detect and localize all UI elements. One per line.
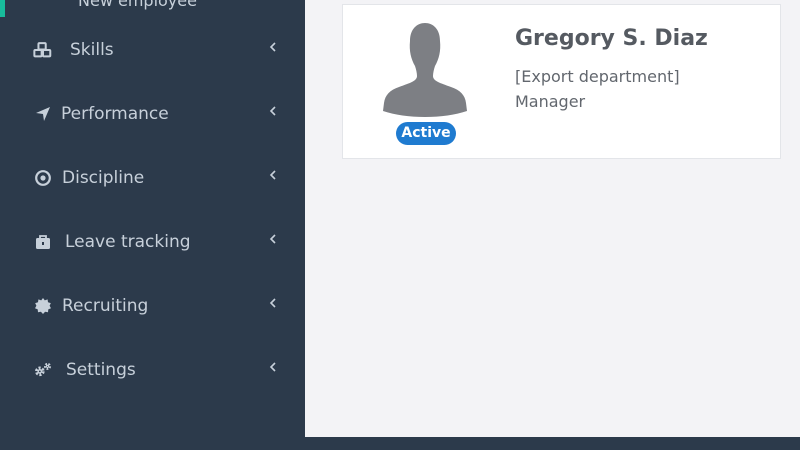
sidebar-item-label: Leave tracking [65,232,191,252]
sidebar-item-settings[interactable]: Settings [0,350,305,390]
chevron-left-icon [269,42,276,52]
cogs-icon [33,361,53,379]
chevron-left-icon [269,106,276,116]
main-content: Active Gregory S. Diaz [Export departmen… [305,0,800,437]
status-badge: Active [396,122,456,145]
sidebar-item-label: Settings [66,360,136,380]
target-icon [33,169,53,187]
sidebar-item-performance[interactable]: Performance [0,94,305,134]
employee-position: Manager [515,92,586,111]
employee-department: [Export department] [515,67,680,86]
sidebar: New employee Skills Performance Discipli… [0,0,305,450]
sidebar-item-leave-tracking[interactable]: Leave tracking [0,222,305,262]
avatar [383,23,467,117]
chevron-left-icon [269,170,276,180]
certificate-icon [33,297,53,315]
employee-name: Gregory S. Diaz [515,26,708,51]
briefcase-icon [33,233,53,251]
sidebar-item-recruiting[interactable]: Recruiting [0,286,305,326]
location-arrow-icon [33,105,53,123]
sidebar-item-label: Discipline [62,168,145,188]
sidebar-item-skills[interactable]: Skills [0,30,305,70]
sidebar-item-label: Recruiting [62,296,149,316]
sidebar-subitem-new-employee[interactable]: New employee [78,0,197,10]
sidebar-item-label: Skills [70,40,114,60]
active-indicator [0,0,5,17]
sidebar-item-discipline[interactable]: Discipline [0,158,305,198]
cubes-icon [33,41,53,59]
chevron-left-icon [269,298,276,308]
sidebar-item-label: Performance [61,104,169,124]
chevron-left-icon [269,234,276,244]
employee-card: Active Gregory S. Diaz [Export departmen… [342,4,781,159]
chevron-left-icon [269,362,276,372]
footer-bar [305,437,800,450]
